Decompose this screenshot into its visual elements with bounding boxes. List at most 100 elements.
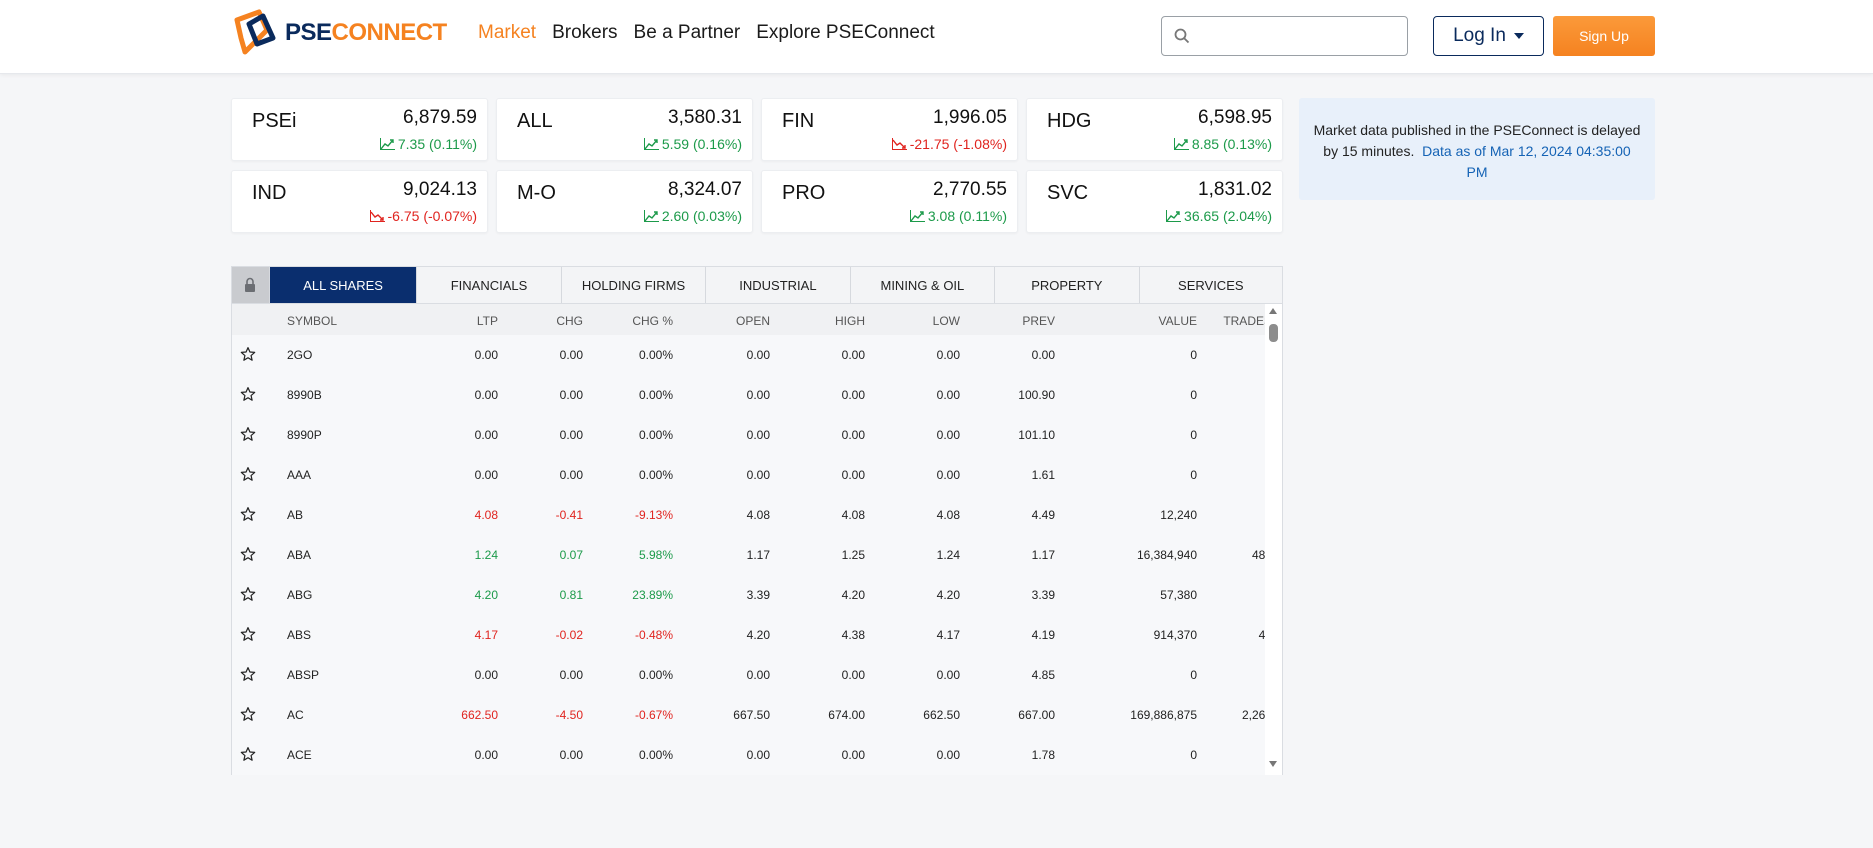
table-row[interactable]: AC 662.50 -4.50 -0.67% 667.50 674.00 662.50 667… — [232, 695, 1265, 735]
nav-market[interactable]: Market — [478, 22, 536, 44]
table-scrollbar[interactable] — [1265, 304, 1282, 775]
index-change-value: 8.85 (0.13%) — [1191, 136, 1272, 152]
index-card-pro[interactable]: PRO 2,770.55 3.08 (0.11%) — [761, 170, 1018, 233]
cell-pct: 0.00% — [638, 468, 673, 482]
table-row[interactable]: ABS 4.17 -0.02 -0.48% 4.20 4.38 4.17 4.19 914,37… — [232, 615, 1265, 655]
scrollbar-thumb[interactable] — [1269, 324, 1278, 342]
table-row[interactable]: ABA 1.24 0.07 5.98% 1.17 1.25 1.24 1.17 16,384,9… — [232, 535, 1265, 575]
cell-symbol[interactable]: ABG — [287, 588, 312, 602]
cell-trades: 2,264 — [1241, 708, 1265, 722]
cell-chg: 0.00 — [559, 428, 583, 442]
search-input[interactable] — [1198, 23, 1398, 49]
table-row[interactable]: AB4.08-0.41-9.13%4.084.084.084.4912,2401 — [232, 495, 1265, 535]
table-row[interactable]: ABG4.200.8123.89%3.394.204.203.3957,3807 — [232, 575, 1265, 615]
cell-symbol[interactable]: ABSP — [287, 668, 319, 682]
index-card-svc[interactable]: SVC 1,831.02 36.65 (2.04%) — [1026, 170, 1283, 233]
cell-symbol[interactable]: AAA — [287, 468, 311, 482]
tab-mining-and-oil[interactable]: MINING & OIL — [849, 267, 995, 303]
cell-symbol[interactable]: ACE — [287, 748, 312, 762]
cell-open: 1.17 — [746, 548, 770, 562]
pseconnect-logo[interactable]: PSECONNECT — [233, 8, 447, 58]
index-card-mo[interactable]: M-O 8,324.07 2.60 (0.03%) — [496, 170, 753, 233]
cell-symbol[interactable]: ABS — [287, 628, 311, 642]
star-icon[interactable] — [240, 666, 256, 685]
column-header-prev[interactable]: PREV — [1022, 314, 1055, 328]
nav-explore-pseconnect[interactable]: Explore PSEConnect — [756, 22, 935, 44]
table-row[interactable]: ABSP0.000.000.00%0.000.000.004.8500 — [232, 655, 1265, 695]
star-icon[interactable] — [240, 746, 256, 765]
logo-text-connect: CONNECT — [331, 19, 448, 46]
cell-symbol[interactable]: 2GO — [287, 348, 312, 362]
column-header-high[interactable]: HIGH — [835, 314, 865, 328]
index-card-psei[interactable]: PSEi 6,879.59 7.35 (0.11%) — [231, 98, 488, 161]
sector-tabs: ALL SHARES FINANCIALS HOLDING FIRMS INDUSTR… — [232, 267, 1283, 304]
cell-symbol[interactable]: 8990P — [287, 428, 322, 442]
tab-financials[interactable]: FINANCIALS — [416, 267, 561, 303]
index-card-all[interactable]: ALL 3,580.31 5.59 (0.16%) — [496, 98, 753, 161]
nav-be-a-partner[interactable]: Be a Partner — [634, 22, 741, 44]
table-row[interactable]: ACE0.000.000.00%0.000.000.001.7800 — [232, 735, 1265, 775]
search-icon — [1174, 28, 1190, 49]
column-header-chg[interactable]: CHG — [556, 314, 583, 328]
cell-high: 0.00 — [841, 348, 865, 362]
index-value: 1,831.02 — [1198, 179, 1272, 200]
column-header-low[interactable]: LOW — [933, 314, 960, 328]
index-card-fin[interactable]: FIN 1,996.05 -21.75 (-1.08%) — [761, 98, 1018, 161]
cell-prev: 1.61 — [1031, 468, 1055, 482]
index-cards: PSEi 6,879.59 7.35 (0.11%) ALL 3,580.31 5.59 … — [231, 98, 1283, 233]
column-header-chg[interactable]: CHG % — [632, 314, 673, 328]
tab-services[interactable]: SERVICES — [1138, 267, 1283, 303]
cell-high: 0.00 — [841, 388, 865, 402]
nav-brokers[interactable]: Brokers — [552, 22, 617, 44]
star-icon[interactable] — [240, 386, 256, 405]
column-header-open[interactable]: OPEN — [736, 314, 770, 328]
login-button[interactable]: Log In — [1433, 16, 1544, 56]
login-button-label: Log In — [1453, 25, 1506, 46]
star-icon[interactable] — [240, 426, 256, 445]
star-icon[interactable] — [240, 346, 256, 365]
star-icon[interactable] — [240, 466, 256, 485]
cell-high: 4.20 — [841, 588, 865, 602]
index-card-ind[interactable]: IND 9,024.13 -6.75 (-0.07%) — [231, 170, 488, 233]
cell-open: 667.50 — [733, 708, 770, 722]
scroll-up-arrow-icon[interactable] — [1269, 308, 1277, 314]
star-icon[interactable] — [240, 706, 256, 725]
star-icon[interactable] — [240, 506, 256, 525]
cell-symbol[interactable]: 8990B — [287, 388, 322, 402]
table-row[interactable]: 8990B0.000.000.00%0.000.000.00100.9000 — [232, 375, 1265, 415]
cell-prev: 4.19 — [1031, 628, 1055, 642]
index-value: 1,996.05 — [933, 107, 1007, 128]
column-header-symbol[interactable]: SYMBOL — [287, 314, 337, 328]
tab-holding-firms[interactable]: HOLDING FIRMS — [560, 267, 706, 303]
table-row[interactable]: AAA0.000.000.00%0.000.000.001.6100 — [232, 455, 1265, 495]
table-row[interactable]: 8990P0.000.000.00%0.000.000.00101.1000 — [232, 415, 1265, 455]
column-header-value[interactable]: VALUE — [1159, 314, 1197, 328]
tab-all-shares[interactable]: ALL SHARES — [268, 267, 417, 303]
cell-prev: 100.90 — [1018, 388, 1055, 402]
tab-property[interactable]: PROPERTY — [994, 267, 1139, 303]
star-icon[interactable] — [240, 626, 256, 645]
cell-low: 4.08 — [936, 508, 960, 522]
cell-low: 0.00 — [936, 748, 960, 762]
cell-symbol[interactable]: AC — [287, 708, 304, 722]
star-icon[interactable] — [240, 546, 256, 565]
cell-open: 4.08 — [746, 508, 770, 522]
table-body: 2GO 0.00 0.00 0.00% 0.00 0.00 0.00 0.00 0 0 8990B 0… — [232, 335, 1265, 775]
index-card-hdg[interactable]: HDG 6,598.95 8.85 (0.13%) — [1026, 98, 1283, 161]
column-header-ltp[interactable]: LTP — [477, 314, 498, 328]
index-change-value: 36.65 (2.04%) — [1184, 208, 1272, 224]
table-row[interactable]: 2GO0.000.000.00%0.000.000.000.0000 — [232, 335, 1265, 375]
cell-open: 0.00 — [746, 348, 770, 362]
signup-button[interactable]: Sign Up — [1553, 16, 1655, 56]
tab-industrial[interactable]: INDUSTRIAL — [705, 267, 850, 303]
cell-symbol[interactable]: AB — [287, 508, 303, 522]
star-icon[interactable] — [240, 586, 256, 605]
index-change-value: -6.75 (-0.07%) — [387, 208, 477, 224]
cell-prev: 101.10 — [1018, 428, 1055, 442]
cell-high: 0.00 — [841, 428, 865, 442]
cell-symbol[interactable]: ABA — [287, 548, 311, 562]
cell-low: 0.00 — [936, 428, 960, 442]
scroll-down-arrow-icon[interactable] — [1269, 761, 1277, 767]
lock-icon[interactable] — [232, 267, 269, 303]
cell-prev: 1.17 — [1031, 548, 1055, 562]
